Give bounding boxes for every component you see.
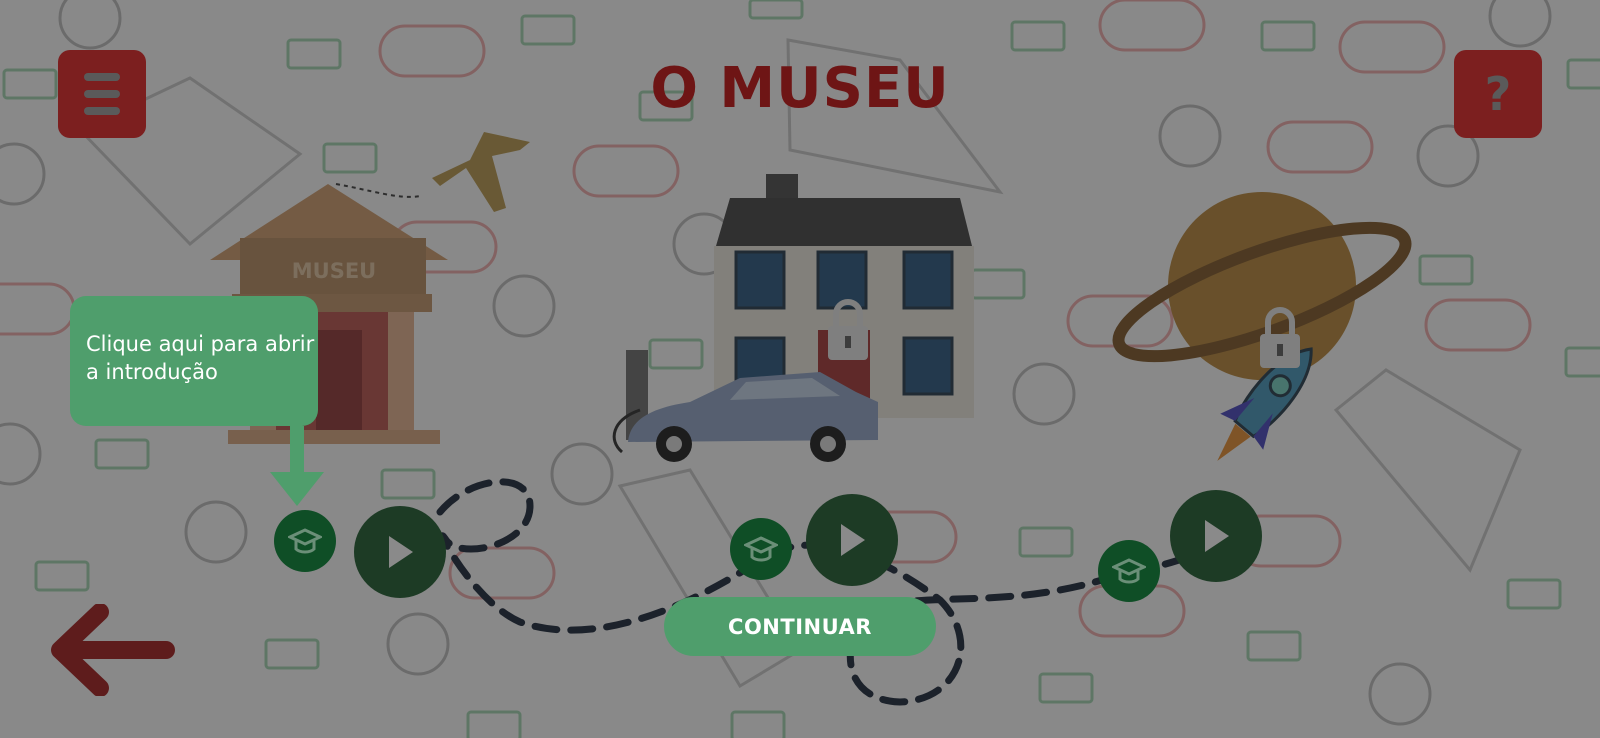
continue-button[interactable]: CONTINUAR bbox=[664, 597, 936, 656]
help-button[interactable]: ? bbox=[1454, 50, 1542, 138]
level-3-play-button[interactable] bbox=[1170, 490, 1262, 582]
level-3-intro-button[interactable] bbox=[1098, 540, 1160, 602]
play-icon bbox=[1205, 520, 1229, 552]
play-icon bbox=[841, 524, 865, 556]
menu-button[interactable] bbox=[58, 50, 146, 138]
museum-sign: MUSEU bbox=[292, 259, 376, 283]
level-1-intro-button[interactable] bbox=[274, 510, 336, 572]
tutorial-tooltip: Clique aqui para abrir a introdução bbox=[70, 296, 318, 426]
level-2-play-button[interactable] bbox=[806, 494, 898, 586]
level-2-intro-button[interactable] bbox=[730, 518, 792, 580]
graduation-cap-icon bbox=[288, 528, 322, 554]
graduation-cap-icon bbox=[1112, 558, 1146, 584]
tooltip-text: Clique aqui para abrir a introdução bbox=[86, 332, 315, 384]
game-screen: MUSEU O MUSEU ? Clique aqui para abrir a… bbox=[0, 0, 1600, 738]
play-icon bbox=[389, 536, 413, 568]
question-mark-icon: ? bbox=[1484, 67, 1512, 121]
tooltip-pointer-arrow-icon bbox=[270, 426, 324, 506]
airplane-icon bbox=[432, 132, 530, 212]
back-button[interactable] bbox=[50, 604, 176, 696]
left-arrow-icon bbox=[51, 604, 175, 696]
level-1-play-button[interactable] bbox=[354, 506, 446, 598]
graduation-cap-icon bbox=[744, 536, 778, 562]
hamburger-menu-icon bbox=[84, 73, 120, 115]
page-title: O MUSEU bbox=[650, 56, 950, 121]
